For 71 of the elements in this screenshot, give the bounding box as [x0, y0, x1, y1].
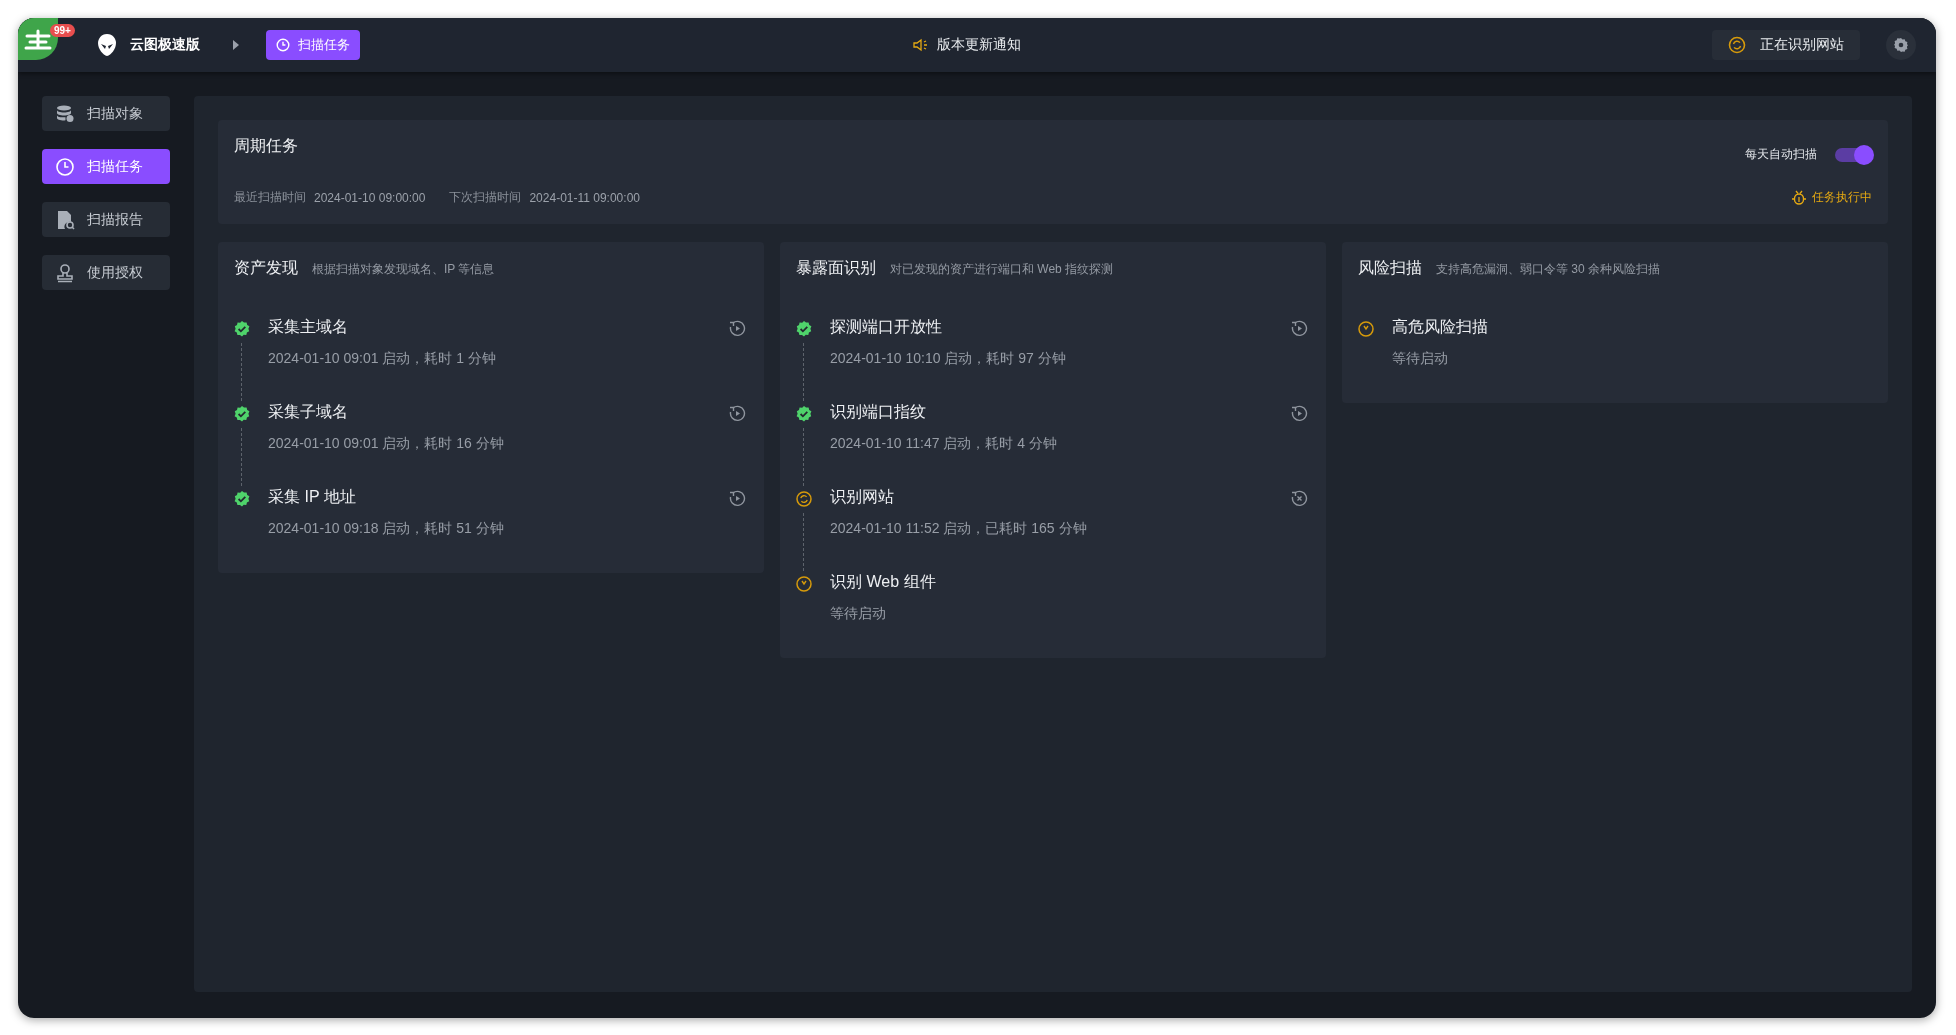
restart-icon: [729, 490, 746, 507]
cancel-icon: [1291, 490, 1308, 507]
restart-icon: [1291, 405, 1308, 422]
step-name: 识别 Web 组件: [830, 572, 937, 592]
bug-icon: [1792, 190, 1806, 205]
restart-button[interactable]: [729, 320, 746, 337]
check-badge-icon: [234, 406, 250, 422]
auto-scan-toggle[interactable]: [1835, 147, 1872, 162]
document-search-icon: [55, 209, 75, 230]
update-notice-link[interactable]: 版本更新通知: [913, 36, 1021, 54]
step-name: 探测端口开放性: [830, 317, 943, 337]
stage-description: 根据扫描对象发现域名、IP 等信息: [312, 261, 495, 278]
check-badge-icon: [234, 321, 250, 337]
restart-icon: [729, 405, 746, 422]
stage-title: 资产发现: [234, 258, 298, 278]
sidebar-item[interactable]: 使用授权: [42, 255, 170, 290]
stage-description: 对已发现的资产进行端口和 Web 指纹探测: [890, 261, 1114, 278]
clock-icon: [55, 156, 75, 177]
step-detail: 2024-01-10 10:10 启动，耗时 97 分钟: [830, 350, 1067, 368]
sidebar-item[interactable]: 扫描对象: [42, 96, 170, 131]
alien-head-icon: [96, 33, 118, 57]
status-pill[interactable]: 正在识别网站: [1712, 30, 1860, 60]
sidebar-item[interactable]: 扫描报告: [42, 202, 170, 237]
step-name: 识别端口指纹: [830, 402, 927, 422]
step-name: 采集子域名: [268, 402, 349, 422]
last-scan-label: 最近扫描时间: [234, 189, 306, 206]
database-icon: [55, 103, 75, 124]
step-name: 识别网站: [830, 487, 895, 507]
last-scan-time: 2024-01-10 09:00:00: [314, 190, 426, 205]
check-badge-icon: [796, 406, 812, 422]
step-detail: 2024-01-10 11:52 启动，已耗时 165 分钟: [830, 520, 1088, 538]
stage-title: 风险扫描: [1358, 258, 1422, 278]
check-badge-icon: [234, 491, 250, 507]
caret-icon: [232, 39, 240, 51]
app-name: 云图极速版: [130, 36, 200, 54]
cancel-button[interactable]: [1291, 490, 1308, 507]
sync-icon: [796, 491, 812, 507]
restart-button[interactable]: [729, 405, 746, 422]
restart-icon: [1291, 320, 1308, 337]
restart-button[interactable]: [1291, 320, 1308, 337]
step-detail: 等待启动: [1392, 350, 1449, 368]
stage-description: 支持高危漏洞、弱口令等 30 余种风险扫描: [1436, 261, 1660, 278]
clock-icon: [1358, 321, 1374, 337]
auto-scan-label: 每天自动扫描: [1745, 146, 1817, 163]
stage-title: 暴露面识别: [796, 258, 876, 278]
step-detail: 等待启动: [830, 605, 887, 623]
sidebar-item[interactable]: 扫描任务: [42, 149, 170, 184]
restart-button[interactable]: [1291, 405, 1308, 422]
next-scan-time: 2024-01-11 09:00:00: [529, 190, 640, 205]
task-running-status: 任务执行中: [1812, 189, 1872, 206]
restart-button[interactable]: [729, 490, 746, 507]
clock-icon: [796, 576, 812, 592]
step-name: 采集主域名: [268, 317, 349, 337]
notification-badge: 99+: [50, 24, 75, 37]
breadcrumb-button[interactable]: 扫描任务: [266, 30, 360, 60]
check-badge-icon: [796, 321, 812, 337]
step-name: 高危风险扫描: [1392, 317, 1489, 337]
stamp-icon: [55, 262, 75, 283]
settings-icon: [1893, 37, 1909, 53]
step-detail: 2024-01-10 11:47 启动，耗时 4 分钟: [830, 435, 1058, 453]
step-name: 采集 IP 地址: [268, 487, 357, 507]
speaker-icon: [913, 38, 929, 52]
step-detail: 2024-01-10 09:01 启动，耗时 16 分钟: [268, 435, 505, 453]
step-detail: 2024-01-10 09:18 启动，耗时 51 分钟: [268, 520, 505, 538]
clock-icon: [276, 38, 290, 52]
step-detail: 2024-01-10 09:01 启动，耗时 1 分钟: [268, 350, 497, 368]
restart-icon: [729, 320, 746, 337]
next-scan-label: 下次扫描时间: [449, 189, 522, 206]
sync-icon: [1728, 36, 1746, 54]
card-title: 周期任务: [234, 136, 298, 156]
settings-button[interactable]: [1886, 30, 1916, 60]
